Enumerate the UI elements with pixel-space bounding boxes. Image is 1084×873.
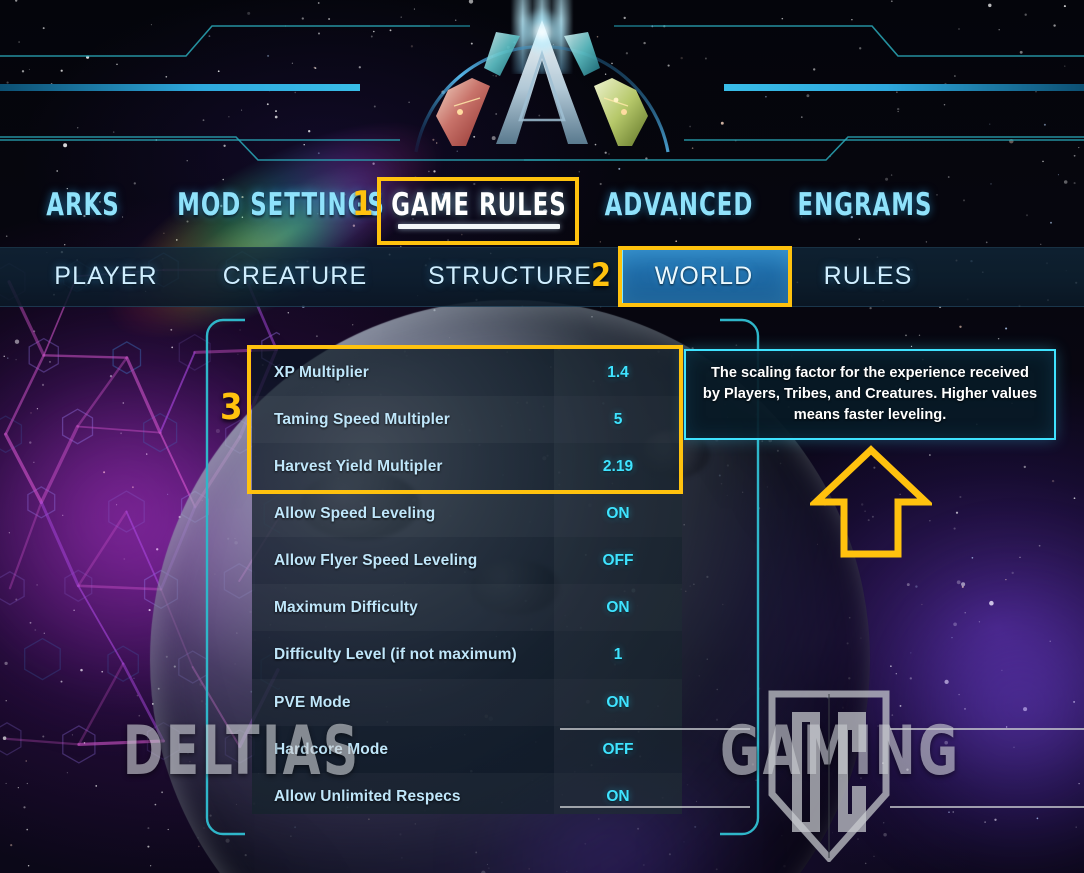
setting-row-allow-speed-leveling[interactable]: Allow Speed Leveling ON: [252, 490, 682, 537]
ark-logo: [392, 0, 692, 154]
tab-advanced[interactable]: ADVANCED: [590, 176, 769, 234]
watermark-rule-bottom-left: [560, 806, 750, 808]
setting-value[interactable]: 2.19: [554, 443, 682, 490]
setting-label: Taming Speed Multipler: [274, 410, 450, 428]
setting-value[interactable]: ON: [554, 679, 682, 726]
subtab-world[interactable]: WORLD: [620, 248, 788, 304]
setting-value[interactable]: OFF: [554, 726, 682, 773]
setting-label: Difficulty Level (if not maximum): [274, 646, 517, 664]
setting-row-xp-multiplier[interactable]: XP Multiplier 1.4: [252, 349, 682, 396]
setting-row-taming-speed-multipler[interactable]: Taming Speed Multipler 5: [252, 396, 682, 443]
setting-label: PVE Mode: [274, 693, 351, 711]
setting-value[interactable]: 5: [554, 396, 682, 443]
active-tab-underline: [398, 224, 560, 229]
tooltip-panel: The scaling factor for the experience re…: [684, 349, 1056, 440]
setting-row-harvest-yield-multipler[interactable]: Harvest Yield Multipler 2.19: [252, 443, 682, 490]
setting-row-pve-mode[interactable]: PVE Mode ON: [252, 679, 682, 726]
setting-label: Hardcore Mode: [274, 740, 389, 758]
logo-flare: [518, 8, 566, 56]
setting-label: Allow Unlimited Respecs: [274, 787, 461, 805]
tooltip-text: The scaling factor for the experience re…: [702, 365, 1038, 423]
og-shield-logo: [768, 690, 890, 862]
setting-value[interactable]: 1: [554, 631, 682, 679]
setting-label: Harvest Yield Multipler: [274, 457, 443, 475]
subtab-player[interactable]: PLAYER: [38, 247, 174, 305]
setting-label: XP Multiplier: [274, 363, 369, 381]
subtab-structure[interactable]: STRUCTURE: [428, 247, 592, 305]
subtab-rules[interactable]: RULES: [810, 247, 926, 305]
watermark-rule-top-right: [890, 728, 1084, 730]
setting-row-maximum-difficulty[interactable]: Maximum Difficulty ON: [252, 584, 682, 631]
setting-value[interactable]: 1.4: [554, 349, 682, 396]
setting-label: Allow Speed Leveling: [274, 504, 436, 522]
setting-value[interactable]: ON: [554, 584, 682, 631]
setting-label: Maximum Difficulty: [274, 598, 418, 616]
setting-value[interactable]: OFF: [554, 537, 682, 584]
setting-label: Allow Flyer Speed Leveling: [274, 551, 478, 569]
setting-row-hardcore-mode[interactable]: Hardcore Mode OFF: [252, 726, 682, 773]
settings-list[interactable]: XP Multiplier 1.4 Taming Speed Multipler…: [252, 349, 682, 814]
game-settings-screen: ARKS MOD SETTINGS GAME RULES ADVANCED EN…: [0, 0, 1084, 873]
watermark-rule-top-left: [560, 728, 750, 730]
tab-mod-settings[interactable]: MOD SETTINGS: [160, 176, 401, 234]
watermark-rule-bottom-right: [890, 806, 1084, 808]
tab-arks[interactable]: ARKS: [23, 176, 143, 234]
subtab-creature[interactable]: CREATURE: [212, 247, 378, 305]
setting-row-allow-flyer-speed-leveling[interactable]: Allow Flyer Speed Leveling OFF: [252, 537, 682, 584]
setting-value[interactable]: ON: [554, 490, 682, 537]
tab-engrams[interactable]: ENGRAMS: [781, 176, 950, 234]
setting-row-difficulty-level[interactable]: Difficulty Level (if not maximum) 1: [252, 631, 682, 679]
